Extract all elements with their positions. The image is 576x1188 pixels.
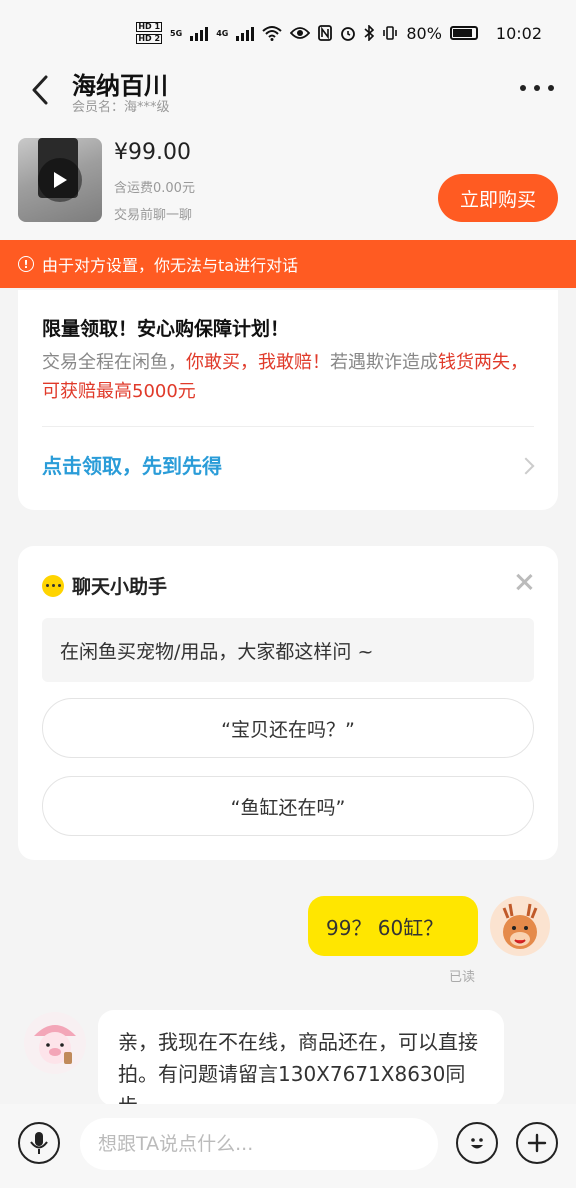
network-4g-label: 4G bbox=[216, 28, 229, 38]
read-status: 已读 bbox=[449, 970, 476, 985]
more-dot-icon bbox=[548, 85, 554, 91]
signal-icon-2 bbox=[236, 25, 255, 41]
promo-title: 限量领取！安心购保障计划！ bbox=[42, 318, 290, 340]
promo-body: 交易全程在闲鱼，你敢买，我敢赔！若遇欺诈造成钱货两失，可获赔最高5000元 bbox=[42, 348, 534, 406]
member-name: 会员名：海***级 bbox=[72, 100, 170, 115]
promo-body-highlight: 你敢买，我敢赔！ bbox=[186, 352, 330, 373]
pig-avatar-icon bbox=[34, 1025, 76, 1064]
back-button[interactable] bbox=[22, 70, 58, 110]
message-composer bbox=[0, 1104, 576, 1188]
hd2-badge: HD 2 bbox=[136, 34, 163, 44]
status-bar: HD 1 HD 2 5G 4G 80% 10:02 bbox=[0, 0, 576, 64]
buy-now-button[interactable]: 立即购买 bbox=[438, 174, 558, 222]
deer-avatar-icon bbox=[502, 903, 538, 949]
assistant-title: 聊天小助手 bbox=[72, 576, 168, 598]
microphone-icon bbox=[30, 1132, 48, 1154]
more-dot-icon bbox=[534, 85, 540, 91]
emoji-icon bbox=[471, 1138, 483, 1149]
play-button[interactable] bbox=[38, 158, 82, 202]
play-icon bbox=[54, 172, 67, 188]
pre-trade-note: 交易前聊一聊 bbox=[114, 208, 193, 223]
my-avatar[interactable] bbox=[490, 896, 550, 956]
outgoing-message[interactable]: 99？ 60缸？ bbox=[308, 896, 478, 956]
assistant-hint: 在闲鱼买宠物/用品，大家都这样问 ~ bbox=[42, 618, 534, 682]
more-dot-icon bbox=[520, 85, 526, 91]
clock: 10:02 bbox=[495, 23, 542, 43]
bluetooth-icon bbox=[364, 25, 375, 41]
promo-body-text: 交易全程在闲鱼， bbox=[42, 352, 186, 373]
more-options-button[interactable] bbox=[520, 74, 554, 102]
claim-link[interactable]: 点击领取，先到先得 bbox=[42, 450, 222, 479]
nfc-icon bbox=[318, 25, 333, 41]
wifi-icon bbox=[262, 26, 282, 41]
hd-indicators: HD 1 HD 2 bbox=[136, 22, 163, 44]
chevron-right-icon[interactable] bbox=[517, 457, 535, 475]
seller-avatar[interactable] bbox=[24, 1012, 86, 1074]
battery-icon bbox=[449, 26, 478, 40]
network-5g-label: 5G bbox=[170, 28, 183, 38]
emoji-button[interactable] bbox=[456, 1122, 498, 1164]
voice-button[interactable] bbox=[18, 1122, 60, 1164]
banner-text: 由于对方设置，你无法与ta进行对话 bbox=[42, 256, 299, 275]
assistant-header: 聊天小助手 bbox=[42, 572, 167, 599]
message-input[interactable] bbox=[80, 1118, 438, 1170]
close-icon[interactable] bbox=[516, 574, 532, 590]
product-bar: ¥99.00 含运费0.00元 交易前聊一聊 立即购买 bbox=[0, 124, 576, 240]
back-arrow-icon bbox=[32, 75, 48, 105]
alarm-icon bbox=[341, 27, 356, 41]
suggested-question[interactable]: “鱼缸还在吗” bbox=[42, 776, 534, 836]
promo-body-text: 若遇欺诈造成 bbox=[330, 352, 438, 373]
status-icons: HD 1 HD 2 5G 4G 80% 10:02 bbox=[136, 22, 542, 44]
product-thumbnail[interactable] bbox=[18, 138, 102, 222]
suggested-question[interactable]: “宝贝还在吗？” bbox=[42, 698, 534, 758]
battery-percent: 80% bbox=[406, 23, 442, 43]
vibrate-icon bbox=[383, 26, 398, 40]
exclamation-icon: ! bbox=[18, 256, 34, 272]
chat-bubble-icon bbox=[42, 574, 64, 597]
product-price: ¥99.00 bbox=[114, 140, 191, 165]
plus-icon bbox=[527, 1133, 547, 1153]
protection-promo-card: 限量领取！安心购保障计划！ 交易全程在闲鱼，你敢买，我敢赔！若遇欺诈造成钱货两失… bbox=[18, 290, 558, 510]
hd1-badge: HD 1 bbox=[136, 22, 163, 32]
chat-assistant-card: 聊天小助手 在闲鱼买宠物/用品，大家都这样问 ~ “宝贝还在吗？” “鱼缸还在吗… bbox=[18, 546, 558, 860]
chat-header: 海纳百川 会员名：海***级 bbox=[0, 64, 576, 124]
divider bbox=[42, 426, 534, 427]
signal-icon bbox=[190, 25, 209, 41]
eye-icon bbox=[290, 27, 311, 39]
more-actions-button[interactable] bbox=[516, 1122, 558, 1164]
incoming-message[interactable]: 亲，我现在不在线，商品还在，可以直接拍。有问题请留言130X7671X8630同… bbox=[98, 1010, 504, 1106]
shipping-fee: 含运费0.00元 bbox=[114, 181, 195, 196]
chat-restricted-banner: ! 由于对方设置，你无法与ta进行对话 bbox=[0, 240, 576, 288]
